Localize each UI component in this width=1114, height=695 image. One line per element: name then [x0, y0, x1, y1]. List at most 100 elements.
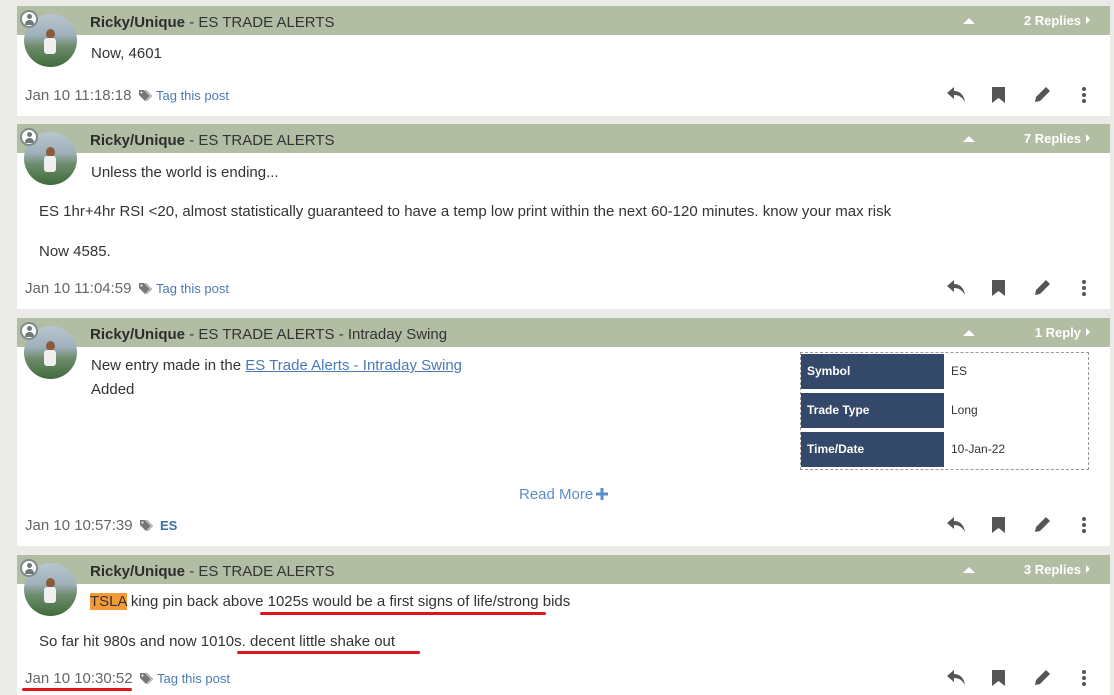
channel-name: - ES TRADE ALERTS - Intraday Swing [185, 326, 448, 343]
trade-row: Symbol ES [801, 354, 1088, 389]
tag-es-link[interactable]: ES [160, 518, 177, 533]
chevron-right-icon [1086, 16, 1090, 24]
trade-value: 10-Jan-22 [951, 442, 1006, 456]
bookmark-icon[interactable] [992, 670, 1005, 691]
replies-toggle[interactable]: 1 Reply [1035, 325, 1090, 340]
more-vertical-icon[interactable] [1082, 280, 1086, 301]
post-card: Ricky/Unique - ES TRADE ALERTS 7 Replies… [17, 124, 1110, 309]
caret-up-icon[interactable] [963, 136, 975, 142]
user-icon [20, 10, 38, 28]
more-vertical-icon[interactable] [1082, 87, 1086, 108]
entry-channel-link[interactable]: ES Trade Alerts - Intraday Swing [245, 357, 462, 374]
trade-row: Time/Date 10-Jan-22 [801, 432, 1088, 467]
channel-name: - ES TRADE ALERTS [185, 132, 335, 149]
author-name[interactable]: Ricky/Unique [90, 563, 185, 580]
post-card: Ricky/Unique - ES TRADE ALERTS - Intrada… [17, 318, 1110, 546]
pencil-icon[interactable] [1034, 669, 1051, 691]
entry-prefix: New entry made in the [91, 357, 246, 374]
replies-toggle[interactable]: 2 Replies [1024, 13, 1090, 28]
reply-icon[interactable] [946, 669, 966, 691]
post-body-text: Unless the world is ending... [91, 164, 279, 181]
more-vertical-icon[interactable] [1082, 517, 1086, 538]
post-body-text: Now, 4601 [91, 45, 162, 62]
annotation-underline [237, 651, 420, 654]
tag-icon [139, 283, 152, 294]
channel-name: - ES TRADE ALERTS [185, 14, 335, 31]
bookmark-icon[interactable] [992, 87, 1005, 108]
post-actions [944, 669, 1104, 689]
post-card: Ricky/Unique - ES TRADE ALERTS 3 Replies… [17, 555, 1110, 695]
reply-icon[interactable] [946, 516, 966, 538]
post-header: Ricky/Unique - ES TRADE ALERTS 7 Replies [17, 124, 1110, 153]
tag-icon [140, 520, 153, 531]
post-actions [944, 516, 1104, 536]
read-more-label: Read More [519, 486, 594, 503]
user-icon [20, 559, 38, 577]
bookmark-icon[interactable] [992, 280, 1005, 301]
post-body-rest: king pin back above 1025s would be a fir… [126, 593, 571, 610]
post-header: Ricky/Unique - ES TRADE ALERTS 2 Replies [17, 6, 1110, 35]
caret-up-icon[interactable] [963, 18, 975, 24]
user-icon [20, 322, 38, 340]
tag-post-link[interactable]: Tag this post [156, 281, 229, 296]
post-body-text: So far hit 980s and now 1010s. decent li… [39, 633, 396, 650]
ticker-highlight: TSLA [90, 593, 127, 610]
author-name[interactable]: Ricky/Unique [90, 132, 185, 149]
post-timestamp: Jan 10 11:04:59 [25, 280, 132, 297]
tag-icon [140, 673, 153, 684]
pencil-icon[interactable] [1034, 279, 1051, 301]
user-icon [20, 128, 38, 146]
caret-up-icon[interactable] [963, 567, 975, 573]
post-header: Ricky/Unique - ES TRADE ALERTS - Intrada… [17, 318, 1110, 347]
post-actions [944, 279, 1104, 299]
tag-icon [139, 90, 152, 101]
trade-key: Trade Type [801, 393, 944, 428]
chevron-right-icon [1086, 565, 1090, 573]
trade-details-table: Symbol ES Trade Type Long Time/Date 10-J… [800, 352, 1089, 470]
tag-post-link[interactable]: Tag this post [157, 671, 230, 686]
replies-count: 3 Replies [1023, 562, 1081, 577]
post-body-text: Now 4585. [39, 243, 111, 260]
post-author-line: Ricky/Unique - ES TRADE ALERTS - Intrada… [90, 326, 447, 343]
trade-row: Trade Type Long [801, 393, 1088, 428]
trade-value: Long [951, 403, 978, 417]
pencil-icon[interactable] [1034, 516, 1051, 538]
post-author-line: Ricky/Unique - ES TRADE ALERTS [90, 563, 335, 580]
pencil-icon[interactable] [1034, 86, 1051, 108]
replies-count: 1 Reply [1034, 325, 1081, 340]
bookmark-icon[interactable] [992, 517, 1005, 538]
read-more-link[interactable]: Read More [519, 486, 593, 503]
replies-count: 2 Replies [1023, 13, 1081, 28]
entry-notice: New entry made in the ES Trade Alerts - … [91, 357, 462, 374]
post-timestamp: Jan 10 10:30:52 [25, 670, 133, 687]
post-header: Ricky/Unique - ES TRADE ALERTS 3 Replies [17, 555, 1110, 584]
post-timestamp: Jan 10 11:18:18 [25, 87, 132, 104]
replies-count: 7 Replies [1023, 131, 1081, 146]
more-vertical-icon[interactable] [1082, 670, 1086, 691]
author-name[interactable]: Ricky/Unique [90, 326, 185, 343]
reply-icon[interactable] [946, 86, 966, 108]
post-author-line: Ricky/Unique - ES TRADE ALERTS [90, 132, 335, 149]
plus-icon[interactable] [596, 488, 608, 500]
trade-value: ES [951, 364, 968, 378]
post-body-text: ES 1hr+4hr RSI <20, almost statistically… [39, 203, 892, 220]
reply-icon[interactable] [946, 279, 966, 301]
post-card: Ricky/Unique - ES TRADE ALERTS 2 Replies… [17, 6, 1110, 116]
trade-key: Time/Date [801, 432, 944, 467]
post-author-line: Ricky/Unique - ES TRADE ALERTS [90, 14, 335, 31]
trade-key: Symbol [801, 354, 944, 389]
chevron-right-icon [1086, 134, 1090, 142]
tag-post-link[interactable]: Tag this post [156, 88, 229, 103]
replies-toggle[interactable]: 3 Replies [1024, 562, 1090, 577]
post-actions [944, 86, 1104, 106]
author-name[interactable]: Ricky/Unique [90, 14, 185, 31]
replies-toggle[interactable]: 7 Replies [1024, 131, 1090, 146]
post-body-text: TSLA king pin back above 1025s would be … [90, 593, 570, 610]
entry-status: Added [91, 381, 135, 398]
post-timestamp: Jan 10 10:57:39 [25, 517, 133, 534]
channel-name: - ES TRADE ALERTS [185, 563, 335, 580]
chevron-right-icon [1086, 328, 1090, 336]
caret-up-icon[interactable] [963, 330, 975, 336]
annotation-underline [260, 612, 546, 615]
annotation-underline [22, 688, 132, 691]
